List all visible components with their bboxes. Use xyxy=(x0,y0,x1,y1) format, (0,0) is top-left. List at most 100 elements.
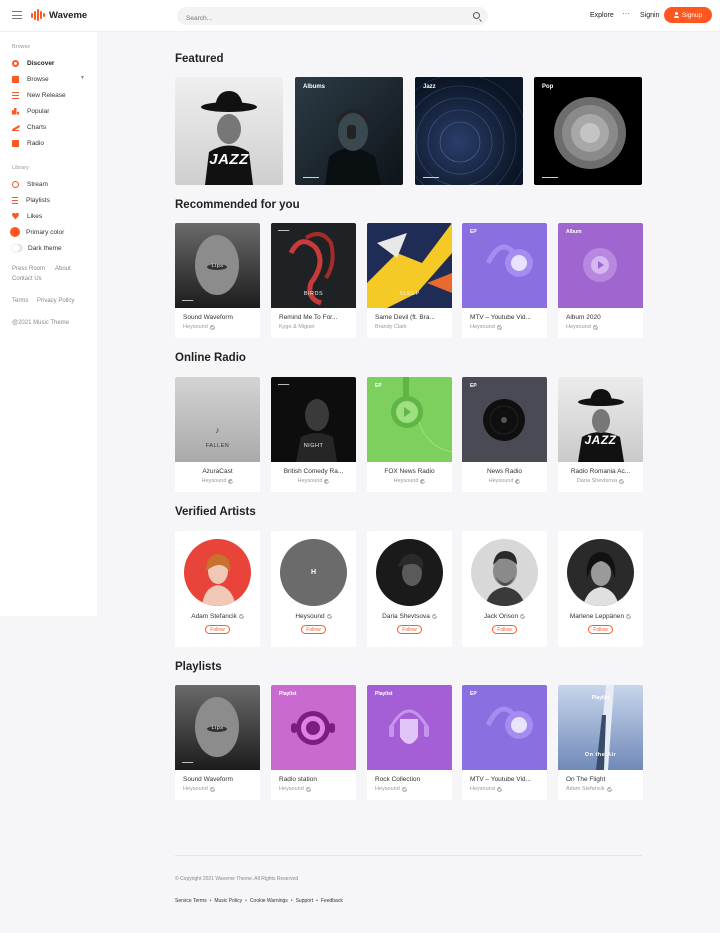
logo[interactable]: Waveme xyxy=(31,9,87,21)
recommended-card[interactable]: BIRDS ▬▬▬▬ Remind Me To For... Kygo & Mi… xyxy=(271,223,356,338)
card-title[interactable]: Same Devil (ft. Bra... xyxy=(367,314,452,321)
footer-link-feedback[interactable]: Feedback xyxy=(321,898,343,904)
radio-card[interactable]: EP FOX News Radio Heysound xyxy=(367,377,452,492)
artist-name[interactable]: Kygo & Miguel xyxy=(279,324,314,330)
playlist-card[interactable]: EP MTV – Youtube Vid... Heysound xyxy=(462,685,547,800)
sidebar-item-primary-color[interactable]: Primary color xyxy=(10,227,88,237)
card-title[interactable]: AzuraCast xyxy=(175,468,260,475)
contact-link[interactable]: Contact Us xyxy=(12,276,42,282)
radio-card[interactable]: JAZZ Radio Romania Ac... Daria Shevtsova xyxy=(558,377,643,492)
playlist-card[interactable]: Playlist On the Air On The Flight Adam S… xyxy=(558,685,643,800)
sidebar-item-browse[interactable]: Browse ▼ xyxy=(12,74,88,84)
artist-name[interactable]: Daria Shevtsova xyxy=(577,478,617,484)
sidebar-item-new-release[interactable]: New Release xyxy=(12,90,88,100)
artist-card[interactable]: H Heysound Follow xyxy=(271,531,356,647)
about-link[interactable]: About xyxy=(55,266,71,272)
featured-card-albums[interactable]: Albums ▬▬▬▬▬ xyxy=(295,77,403,185)
press-room-link[interactable]: Press Room xyxy=(12,266,45,272)
sidebar-item-likes[interactable]: Likes xyxy=(12,211,88,221)
card-title[interactable]: MTV – Youtube Vid... xyxy=(462,314,547,321)
artist-name-text[interactable]: Heysound xyxy=(295,613,324,620)
artist-name[interactable]: Adam Stefancik xyxy=(566,786,605,792)
sidebar-item-charts[interactable]: Charts xyxy=(12,122,88,132)
artist-name-text[interactable]: Daria Shevtsova xyxy=(382,613,430,620)
footer-link-service-terms[interactable]: Service Terms xyxy=(175,898,207,904)
card-title[interactable]: Sound Waveform xyxy=(175,314,260,321)
artist-name[interactable]: Heysound xyxy=(489,478,514,484)
sidebar-item-playlists[interactable]: Playlists xyxy=(12,195,88,205)
sidebar-item-discover[interactable]: Discover xyxy=(12,58,88,68)
dark-theme-toggle[interactable] xyxy=(12,244,23,252)
card-title[interactable]: News Radio xyxy=(462,468,547,475)
artist-name-text[interactable]: Adam Stefancik xyxy=(191,613,237,620)
artist-card[interactable]: Marlene Leppänen Follow xyxy=(558,531,643,647)
recommended-card[interactable]: EP MTV – Youtube Vid... Heysound xyxy=(462,223,547,338)
avatar[interactable] xyxy=(376,539,443,606)
avatar[interactable] xyxy=(471,539,538,606)
artist-card[interactable]: Jack Orison Follow xyxy=(462,531,547,647)
artist-name[interactable]: Heysound xyxy=(375,786,400,792)
nav-explore[interactable]: Explore xyxy=(590,12,614,19)
terms-link[interactable]: Terms xyxy=(12,298,28,304)
artist-name[interactable]: Heysound xyxy=(394,478,419,484)
featured-card-jazz-space[interactable]: Jazz ▬▬▬▬▬ xyxy=(415,77,523,185)
follow-button[interactable]: Follow xyxy=(205,625,230,634)
artist-name[interactable]: Heysound xyxy=(470,786,495,792)
avatar[interactable]: H xyxy=(280,539,347,606)
artist-name[interactable]: Heysound xyxy=(566,324,591,330)
card-title[interactable]: On The Flight xyxy=(558,776,643,783)
artist-name-text[interactable]: Jack Orison xyxy=(484,613,518,620)
artist-name-text[interactable]: Marlene Leppänen xyxy=(570,613,624,620)
card-title[interactable]: Rock Collection xyxy=(367,776,452,783)
playlist-card[interactable]: Playlist Radio station Heysound xyxy=(271,685,356,800)
artist-card[interactable]: Adam Stefancik Follow xyxy=(175,531,260,647)
search-input[interactable] xyxy=(177,9,437,28)
avatar[interactable] xyxy=(567,539,634,606)
artist-card[interactable]: Daria Shevtsova Follow xyxy=(367,531,452,647)
follow-button[interactable]: Follow xyxy=(588,625,613,634)
signin-link[interactable]: Signin xyxy=(640,12,659,19)
artist-name[interactable]: Heysound xyxy=(470,324,495,330)
avatar[interactable] xyxy=(184,539,251,606)
artist-name[interactable]: Heysound xyxy=(202,478,227,484)
sidebar-item-dark-theme[interactable]: Dark theme xyxy=(12,243,88,253)
color-icon[interactable] xyxy=(10,227,20,237)
sidebar-item-radio[interactable]: Radio xyxy=(12,138,88,148)
recommended-card[interactable]: Album Album 2020 Heysound xyxy=(558,223,643,338)
artist-name[interactable]: Heysound xyxy=(298,478,323,484)
footer-link-cookie-warnings[interactable]: Cookie Warnings xyxy=(250,898,288,904)
artist-name[interactable]: Heysound xyxy=(279,786,304,792)
recommended-card[interactable]: Lips ▬▬▬▬ Sound Waveform Heysound xyxy=(175,223,260,338)
recommended-card[interactable]: SLEEP Same Devil (ft. Bra... Brandy Clar… xyxy=(367,223,452,338)
card-title[interactable]: Radio Romania Ac... xyxy=(558,468,643,475)
footer-link-music-policy[interactable]: Music Policy xyxy=(214,898,242,904)
card-title[interactable]: Album 2020 xyxy=(558,314,643,321)
privacy-link[interactable]: Privacy Policy xyxy=(37,298,74,304)
radio-card[interactable]: EP News Radio Heysound xyxy=(462,377,547,492)
card-title[interactable]: Sound Waveform xyxy=(175,776,260,783)
follow-button[interactable]: Follow xyxy=(397,625,422,634)
menu-icon[interactable] xyxy=(12,11,22,19)
search-icon[interactable] xyxy=(473,12,480,19)
card-title[interactable]: MTV – Youtube Vid... xyxy=(462,776,547,783)
artist-name[interactable]: Heysound xyxy=(183,786,208,792)
follow-button[interactable]: Follow xyxy=(492,625,517,634)
artist-name[interactable]: Heysound xyxy=(183,324,208,330)
featured-card-jazz[interactable]: JAZZ xyxy=(175,77,283,185)
footer-link-support[interactable]: Support xyxy=(296,898,314,904)
card-title[interactable]: British Comedy Ra... xyxy=(271,468,356,475)
follow-button[interactable]: Follow xyxy=(301,625,326,634)
card-title[interactable]: Radio station xyxy=(271,776,356,783)
radio-card[interactable]: ♪ FALLEN AzuraCast Heysound xyxy=(175,377,260,492)
card-title[interactable]: Remind Me To For... xyxy=(271,314,356,321)
playlist-card[interactable]: Playlist Rock Collection Heysound xyxy=(367,685,452,800)
card-title[interactable]: FOX News Radio xyxy=(367,468,452,475)
signup-button[interactable]: Signup xyxy=(664,7,712,23)
more-icon[interactable]: ··· xyxy=(622,9,630,18)
sidebar-item-popular[interactable]: Popular xyxy=(12,106,88,116)
radio-card[interactable]: NIGHT ▬▬▬▬ British Comedy Ra... Heysound xyxy=(271,377,356,492)
sidebar-item-stream[interactable]: Stream xyxy=(12,179,88,189)
artist-name[interactable]: Brandy Clark xyxy=(375,324,407,330)
playlist-card[interactable]: Lips ▬▬▬▬ Sound Waveform Heysound xyxy=(175,685,260,800)
chevron-down-icon[interactable]: ▼ xyxy=(80,75,85,81)
